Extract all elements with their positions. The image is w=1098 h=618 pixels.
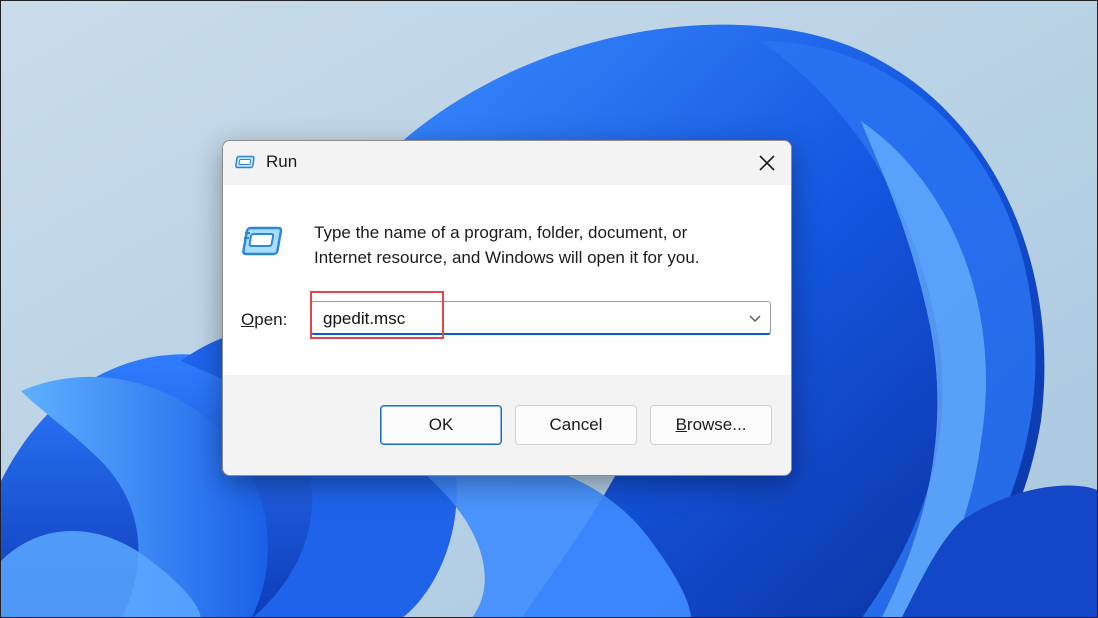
- cancel-button-label: Cancel: [549, 415, 603, 434]
- open-label-accelerator: O: [241, 310, 255, 329]
- description-text: Type the name of a program, folder, docu…: [314, 220, 764, 270]
- title-bar[interactable]: Run: [223, 141, 791, 185]
- browse-accelerator: B: [675, 415, 687, 434]
- close-icon: [759, 155, 775, 171]
- description-line-1: Type the name of a program, folder, docu…: [314, 223, 688, 242]
- browse-button-label: rowse...: [686, 415, 747, 434]
- run-icon: [235, 155, 255, 169]
- window-title: Run: [266, 152, 298, 171]
- run-program-icon: [242, 226, 283, 256]
- ok-button[interactable]: OK: [380, 405, 502, 445]
- open-label: Open:: [241, 310, 287, 330]
- ok-button-label: OK: [428, 415, 454, 434]
- run-dialog: Run Type the name of a program, folder, …: [222, 140, 792, 476]
- annotation-highlight-box: [310, 291, 444, 339]
- cancel-button[interactable]: Cancel: [515, 405, 637, 445]
- browse-button[interactable]: Browse...: [650, 405, 772, 445]
- description-line-2: Internet resource, and Windows will open…: [314, 248, 700, 267]
- open-label-text: pen:: [254, 310, 288, 329]
- close-button[interactable]: [743, 141, 791, 185]
- dialog-content: Type the name of a program, folder, docu…: [223, 185, 791, 375]
- button-bar: OK Cancel Browse...: [223, 375, 791, 475]
- chevron-down-icon[interactable]: [748, 312, 762, 324]
